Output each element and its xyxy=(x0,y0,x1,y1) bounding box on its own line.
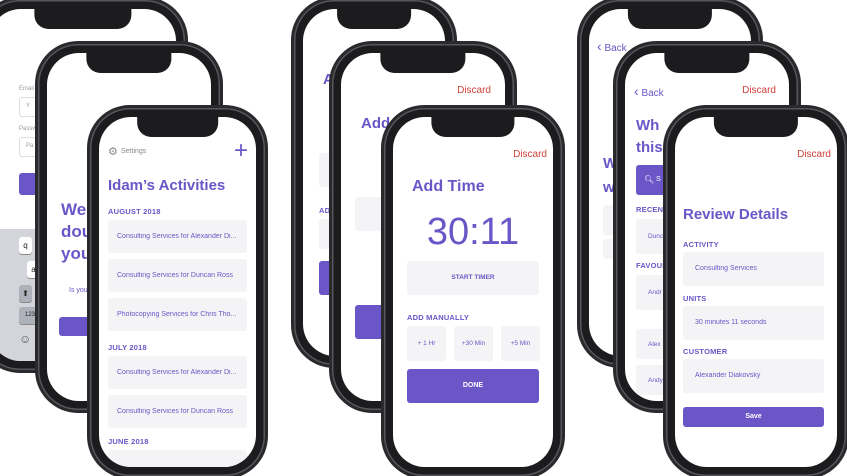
add-1hr-button[interactable]: + 1 Hr xyxy=(407,326,446,361)
add-30min-label: +30 Min xyxy=(461,340,486,347)
start-timer-label: START TIMER xyxy=(451,274,495,281)
section-heading: JULY 2018 xyxy=(108,343,147,352)
list-item-label: Consulting Services for Alexander Di... xyxy=(117,369,237,376)
search-icon: 🔍︎ xyxy=(644,175,655,184)
add-1hr-label: + 1 Hr xyxy=(417,340,436,347)
notch xyxy=(627,9,713,29)
section-heading: JUNE 2018 xyxy=(108,437,149,446)
units-label: UNITS xyxy=(683,294,707,303)
gear-icon[interactable]: ⚙ xyxy=(108,145,118,158)
list-item[interactable]: Consulting Services for Alexander Di... xyxy=(108,220,247,253)
screen-activities: ⚙ Settings + Idam’s Activities AUGUST 20… xyxy=(99,117,256,467)
favourites-label: FAVOUR xyxy=(636,261,668,270)
email-placeholder: Y xyxy=(26,103,31,109)
add-5min-label: +5 Min xyxy=(510,340,531,347)
section-heading: AUGUST 2018 xyxy=(108,207,161,216)
add-icon[interactable]: + xyxy=(234,137,248,165)
list-item[interactable]: Consulting Services for Alexander Di... xyxy=(108,356,247,389)
screen-add-time: Discard Add Time 30:11 START TIMER ADD M… xyxy=(393,117,553,467)
page-title: Idam’s Activities xyxy=(108,177,226,194)
notch xyxy=(380,53,466,73)
save-button[interactable]: Save xyxy=(683,407,824,427)
welcome-body: Is you xyxy=(69,287,88,294)
search-label: S xyxy=(656,176,661,183)
page-title: Wh this xyxy=(636,115,663,159)
key-q[interactable]: q xyxy=(19,237,32,254)
discard-button[interactable]: Discard xyxy=(742,85,776,96)
shift-key[interactable]: ⬆ xyxy=(19,285,32,302)
units-field[interactable]: 30 minutes 11 seconds xyxy=(683,306,824,340)
screen-review: Discard Review Details ACTIVITY Consulti… xyxy=(675,117,837,467)
notch xyxy=(664,53,750,73)
activity-value: Consulting Services xyxy=(695,265,757,272)
email-label: Email xyxy=(19,86,35,92)
list-item[interactable] xyxy=(108,450,247,467)
settings-label[interactable]: Settings xyxy=(121,148,146,155)
phone-add-time: Discard Add Time 30:11 START TIMER ADD M… xyxy=(381,108,562,476)
activity-field[interactable]: Consulting Services xyxy=(683,252,824,286)
phone-activities: ⚙ Settings + Idam’s Activities AUGUST 20… xyxy=(87,108,265,476)
emoji-icon[interactable]: ☺ xyxy=(19,332,31,346)
title-fragment: w xyxy=(603,179,615,196)
back-label: Back xyxy=(604,43,627,54)
timer-display: 30:11 xyxy=(426,211,520,253)
units-value: 30 minutes 11 seconds xyxy=(695,319,767,326)
customer-value: Alexander Diakovsky xyxy=(695,372,761,379)
chevron-left-icon: ‹ xyxy=(634,83,639,99)
start-timer-button[interactable]: START TIMER xyxy=(407,261,539,295)
add-5min-button[interactable]: +5 Min xyxy=(501,326,540,361)
notch xyxy=(33,9,132,29)
discard-button[interactable]: Discard xyxy=(457,85,491,96)
list-item-label: Photocopying Services for Chris Tho... xyxy=(117,311,237,318)
list-item-label: Consulting Services for Alexander Di... xyxy=(117,233,237,240)
password-placeholder: Pa xyxy=(26,143,34,149)
list-item[interactable]: Consulting Services for Duncan Ross xyxy=(108,395,247,428)
list-item-label: Consulting Services for Duncan Ross xyxy=(117,272,233,279)
list-item[interactable]: Photocopying Services for Chris Tho... xyxy=(108,298,247,331)
page-title: Add xyxy=(361,115,391,132)
notch xyxy=(136,117,219,137)
add-manually-label: ADD MANUALLY xyxy=(407,313,470,322)
title-line: this xyxy=(636,139,663,156)
notch xyxy=(86,53,172,73)
back-button[interactable]: ‹ Back xyxy=(597,38,627,54)
done-button[interactable]: DONE xyxy=(407,369,539,403)
customer-field[interactable]: Alexander Diakovsky xyxy=(683,359,824,393)
password-label: Passw xyxy=(19,126,37,132)
notch xyxy=(713,117,799,137)
discard-button[interactable]: Discard xyxy=(797,149,831,160)
customer-label: CUSTOMER xyxy=(683,347,728,356)
back-button[interactable]: ‹ Back xyxy=(634,83,664,99)
list-item-label: Consulting Services for Duncan Ross xyxy=(117,408,233,415)
page-title: Add Time xyxy=(412,178,485,195)
activity-label: ACTIVITY xyxy=(683,240,719,249)
discard-button[interactable]: Discard xyxy=(513,149,547,160)
notch xyxy=(337,9,411,29)
welcome-title-line: you xyxy=(61,244,92,263)
title-line: Wh xyxy=(636,117,660,134)
add-manually-label: ADI xyxy=(319,206,333,215)
page-title: Review Details xyxy=(683,206,789,223)
list-item[interactable]: Consulting Services for Duncan Ross xyxy=(108,259,247,292)
chevron-left-icon: ‹ xyxy=(597,38,602,54)
notch xyxy=(431,117,515,137)
back-label: Back xyxy=(641,88,664,99)
phone-review: Discard Review Details ACTIVITY Consulti… xyxy=(663,108,846,476)
add-30min-button[interactable]: +30 Min xyxy=(454,326,493,361)
